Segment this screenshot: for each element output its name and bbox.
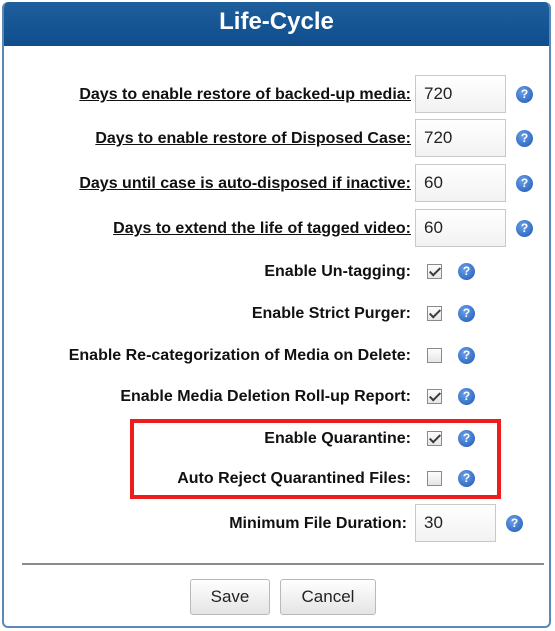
auto-dispose-days-input[interactable]: 60	[415, 164, 506, 202]
field-label[interactable]: Days until case is auto-disposed if inac…	[79, 164, 411, 204]
cancel-button[interactable]: Cancel	[280, 579, 376, 615]
option-label: Enable Media Deletion Roll-up Report:	[120, 388, 411, 405]
min-duration-input[interactable]: 30	[415, 504, 496, 542]
highlight-box	[130, 419, 501, 499]
help-icon[interactable]: ?	[516, 130, 533, 147]
life-cycle-panel: Life-Cycle Days to enable restore of bac…	[2, 2, 551, 628]
option-row-un-tagging: Enable Un-tagging: ?	[4, 252, 549, 292]
help-icon[interactable]: ?	[458, 263, 475, 280]
option-label: Enable Strict Purger:	[251, 305, 411, 322]
title-bar: Life-Cycle	[4, 2, 549, 46]
help-icon[interactable]: ?	[516, 220, 533, 237]
panel-title: Life-Cycle	[219, 8, 334, 35]
divider	[22, 563, 544, 565]
field-label[interactable]: Days to enable restore of backed-up medi…	[79, 75, 411, 115]
restore-disposed-days-input[interactable]: 720	[415, 119, 506, 157]
field-row-restore-disposed: Days to enable restore of Disposed Case:…	[4, 119, 549, 159]
option-row-re-categorization: Enable Re-categorization of Media on Del…	[4, 336, 549, 376]
option-row-rollup-report: Enable Media Deletion Roll-up Report: ?	[4, 377, 549, 417]
field-row-restore-backed-up: Days to enable restore of backed-up medi…	[4, 75, 549, 115]
field-label[interactable]: Days to extend the life of tagged video:	[113, 209, 411, 249]
help-icon[interactable]: ?	[516, 86, 533, 103]
extend-tagged-days-input[interactable]: 60	[415, 209, 506, 247]
rollup-report-checkbox[interactable]	[427, 389, 442, 404]
field-label[interactable]: Days to enable restore of Disposed Case:	[95, 119, 411, 159]
strict-purger-checkbox[interactable]	[427, 306, 442, 321]
option-row-strict-purger: Enable Strict Purger: ?	[4, 294, 549, 334]
min-duration-label: Minimum File Duration:	[229, 515, 407, 532]
help-icon[interactable]: ?	[516, 175, 533, 192]
field-row-auto-dispose: Days until case is auto-disposed if inac…	[4, 164, 549, 204]
help-icon[interactable]: ?	[458, 347, 475, 364]
help-icon[interactable]: ?	[506, 515, 523, 532]
re-categorization-checkbox[interactable]	[427, 348, 442, 363]
restore-backed-up-days-input[interactable]: 720	[415, 75, 506, 113]
un-tagging-checkbox[interactable]	[427, 264, 442, 279]
help-icon[interactable]: ?	[458, 305, 475, 322]
option-label: Enable Re-categorization of Media on Del…	[68, 347, 411, 364]
field-row-extend-tagged: Days to extend the life of tagged video:…	[4, 209, 549, 249]
field-row-min-duration: Minimum File Duration: 30 ?	[4, 504, 549, 544]
option-label: Enable Un-tagging:	[264, 263, 411, 280]
help-icon[interactable]: ?	[458, 388, 475, 405]
save-button[interactable]: Save	[190, 579, 270, 615]
